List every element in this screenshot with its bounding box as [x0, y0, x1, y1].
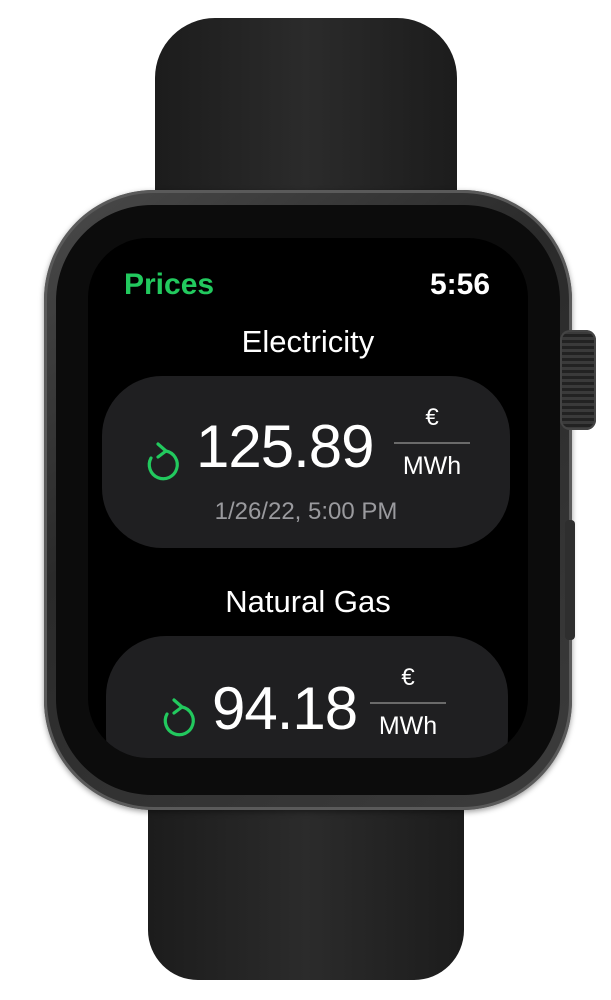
refresh-icon[interactable]	[142, 442, 182, 486]
natural-gas-price-value: 94.18	[212, 675, 358, 742]
price-unit: € MWh	[394, 402, 470, 482]
watch-band-top	[155, 18, 457, 218]
watch-band-bottom	[148, 780, 464, 980]
unit-fraction-bar	[370, 702, 446, 704]
side-button[interactable]	[565, 520, 575, 640]
electricity-price-card[interactable]: 125.89 € MWh 1/26/22, 5:00 PM	[102, 376, 510, 548]
unit-currency: €	[401, 664, 415, 691]
clock-time: 5:56	[429, 268, 490, 301]
section-title-electricity: Electricity	[241, 324, 375, 359]
price-unit: € MWh	[370, 662, 446, 742]
watch-screen: Prices 5:56 Electricity 125.89 € MWh 1/2…	[88, 238, 528, 758]
electricity-price-value: 125.89	[196, 413, 375, 480]
unit-fraction-bar	[394, 442, 470, 444]
refresh-icon[interactable]	[158, 698, 198, 742]
unit-currency: €	[425, 404, 439, 431]
unit-energy: MWh	[378, 712, 438, 740]
natural-gas-price-card[interactable]: 94.18 € MWh	[106, 636, 508, 758]
unit-energy: MWh	[402, 452, 462, 480]
section-title-natural-gas: Natural Gas	[225, 584, 391, 619]
app-title[interactable]: Prices	[124, 268, 214, 302]
electricity-timestamp: 1/26/22, 5:00 PM	[214, 498, 398, 525]
digital-crown[interactable]	[560, 330, 596, 430]
